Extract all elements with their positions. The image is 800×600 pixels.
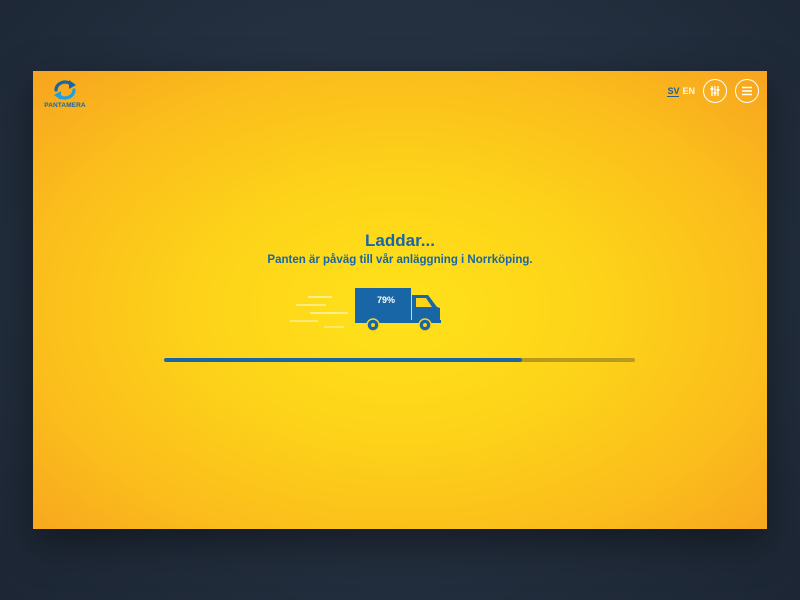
sliders-icon <box>710 86 720 96</box>
hamburger-menu-icon <box>742 86 752 96</box>
language-switcher: SV EN <box>667 86 695 97</box>
speed-lines <box>290 296 348 328</box>
lang-sv-link[interactable]: SV <box>667 86 680 97</box>
logo-text: PANTAMERA <box>44 102 86 109</box>
app-window: PANTAMERA SV EN Laddar... Panten är påvä… <box>33 71 767 529</box>
recycle-arrows-icon <box>54 80 76 100</box>
progress-bar <box>164 358 635 362</box>
loading-title: Laddar... <box>365 231 435 250</box>
filter-button[interactable] <box>703 79 727 103</box>
logo[interactable]: PANTAMERA <box>42 79 88 111</box>
menu-button[interactable] <box>735 79 759 103</box>
lang-en-link[interactable]: EN <box>682 86 695 97</box>
loading-subtitle: Panten är påväg till vår anläggning i No… <box>267 254 533 266</box>
progress-percent-label: 79% <box>376 295 395 305</box>
progress-bar-fill <box>164 358 522 362</box>
